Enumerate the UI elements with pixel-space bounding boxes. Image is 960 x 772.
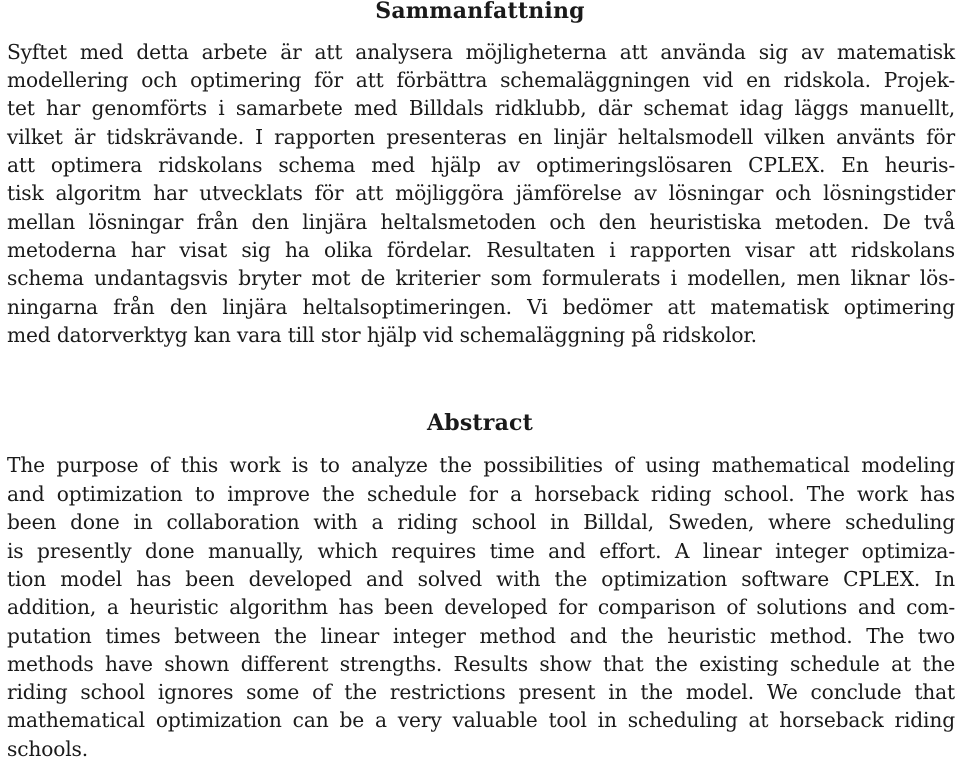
text-line: ningarna från den linjära heltalsoptimer… (7, 295, 955, 319)
text-line: tion model has been developed and solved… (7, 567, 955, 591)
section-heading-sammanfattning: Sammanfattning (375, 0, 585, 24)
section-heading-abstract: Abstract (426, 410, 533, 436)
text-line: addition, a heuristic algorithm has been… (7, 595, 955, 619)
text-line: modellering och optimering för att förbä… (7, 68, 955, 92)
text-line: been done in collaboration with a riding… (7, 510, 955, 534)
text-line: The purpose of this work is to analyze t… (7, 453, 955, 477)
text-line: schema undantagsvis bryter mot de kriter… (7, 266, 955, 290)
text-line: vilket är tidskrävande. I rapporten pres… (7, 125, 955, 149)
text-line-last: schools. (7, 737, 89, 761)
text-line: mathematical optimization can be a very … (7, 708, 955, 732)
text-line: Syftet med detta arbete är att analysera… (7, 40, 955, 64)
text-line: is presently done manually, which requir… (7, 539, 955, 563)
text-line: riding school ignores some of the restri… (7, 680, 955, 704)
text-line: metoderna har visat sig ha olika fördela… (7, 238, 955, 262)
text-line: tisk algoritm har utvecklats för att möj… (7, 181, 955, 205)
text-line-last: med datorverktyg kan vara till stor hjäl… (7, 323, 757, 347)
text-line: att optimera ridskolans schema med hjälp… (7, 153, 955, 177)
text-line: and optimization to improve the schedule… (7, 482, 955, 506)
text-line: mellan lösningar från den linjära heltal… (7, 210, 955, 234)
text-line: putation times between the linear intege… (7, 624, 955, 648)
text-line: methods have shown different strengths. … (7, 652, 955, 676)
text-line: tet har genomförts i samarbete med Billd… (7, 96, 955, 120)
